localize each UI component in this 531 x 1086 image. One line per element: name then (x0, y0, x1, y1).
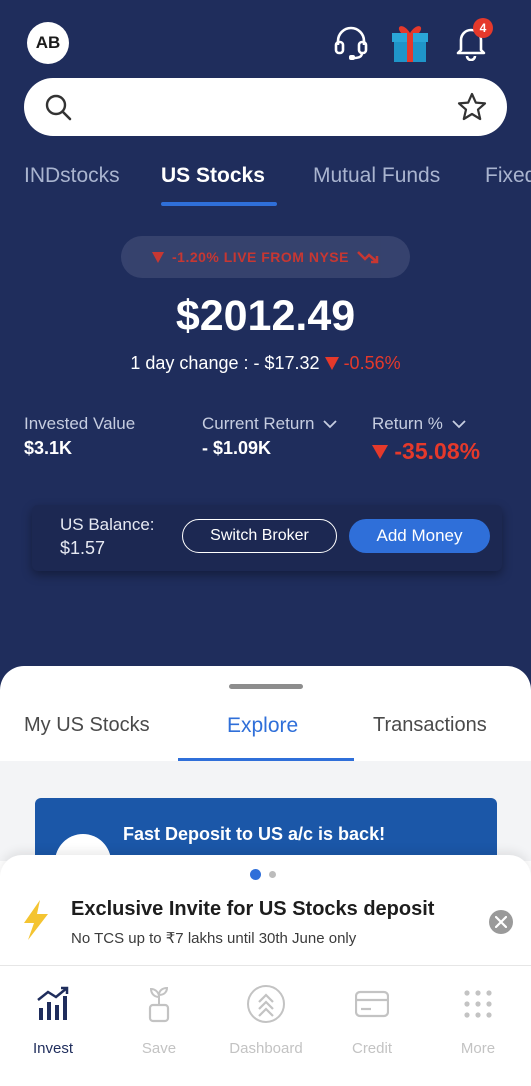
nav-more[interactable]: More (428, 984, 528, 1057)
tab-transactions[interactable]: Transactions (373, 714, 487, 737)
lightning-bolt-icon (24, 900, 48, 940)
support-button[interactable] (329, 20, 373, 64)
carousel-dot (269, 871, 276, 878)
rewards-button[interactable] (388, 20, 432, 64)
nav-invest[interactable]: Invest (3, 984, 103, 1057)
avatar-initials: AB (35, 33, 61, 52)
nav-invest-label: Invest (32, 1040, 74, 1057)
carousel-dot-active (250, 869, 261, 880)
switch-broker-button[interactable]: Switch Broker (182, 519, 337, 553)
us-balance-label: US Balance: (60, 515, 155, 534)
fast-deposit-text: Fast Deposit to US a/c is back! (123, 824, 386, 844)
tab-indstocks[interactable]: INDstocks (24, 164, 120, 188)
down-triangle-icon (152, 251, 164, 263)
tab-us-stocks[interactable]: US Stocks (161, 164, 265, 188)
search-input[interactable] (84, 92, 464, 122)
return-percent-value: -35.08% (372, 438, 480, 465)
down-triangle-icon (372, 445, 388, 459)
us-balance-value: $1.57 (60, 538, 106, 558)
product-tabs: INDstocks US Stocks Mutual Funds Fixed (0, 160, 531, 210)
invite-title: Exclusive Invite for US Stocks deposit (71, 898, 435, 920)
nav-dashboard[interactable]: Dashboard (216, 984, 316, 1057)
invite-card[interactable]: Exclusive Invite for US Stocks deposit N… (0, 855, 531, 965)
tab-mutual-funds[interactable]: Mutual Funds (313, 164, 440, 188)
notification-badge: 4 (473, 18, 493, 38)
portfolio-value: $2012.49 (175, 292, 356, 340)
live-market-text: -1.20% LIVE FROM NYSE (172, 249, 349, 265)
gift-icon (392, 26, 428, 62)
down-triangle-icon (324, 357, 339, 370)
dashboard-icon (247, 985, 285, 1023)
notifications-button[interactable]: 4 (449, 18, 493, 64)
tab-explore[interactable]: Explore (227, 714, 298, 738)
invest-icon (37, 986, 69, 1020)
search-icon (45, 94, 72, 121)
invested-value: $3.1K (24, 438, 73, 458)
headset-icon (334, 26, 368, 60)
bottom-navigation: Invest Save Dashboard Credit More (0, 965, 531, 1086)
close-invite-button[interactable] (489, 910, 513, 934)
nav-credit-label: Credit (351, 1040, 392, 1057)
chevron-down-icon (451, 420, 466, 429)
us-balance-card: US Balance: $1.57 Switch Broker Add Mone… (32, 505, 502, 571)
tab-fixed[interactable]: Fixed (485, 164, 531, 188)
downtrend-icon (357, 251, 379, 264)
nav-save[interactable]: Save (109, 984, 209, 1057)
watchlist-star-icon[interactable] (457, 92, 487, 122)
current-return-stat[interactable]: Current Return - $1.09K (202, 414, 337, 459)
credit-card-icon (355, 990, 389, 1018)
nav-more-label: More (460, 1040, 496, 1057)
grid-icon (464, 990, 492, 1018)
search-bar[interactable] (24, 78, 507, 136)
chevron-down-icon (323, 420, 337, 429)
active-tab-indicator (161, 202, 277, 206)
return-percent-stat[interactable]: Return % -35.08% (372, 414, 480, 465)
avatar[interactable]: AB (27, 22, 69, 64)
carousel-dots (250, 869, 276, 880)
return-percent-label: Return % (372, 414, 480, 434)
tab-my-us-stocks[interactable]: My US Stocks (24, 714, 150, 737)
day-change: 1 day change : - $17.32 -0.56% (0, 353, 531, 374)
nav-save-label: Save (141, 1040, 177, 1057)
day-change-label: 1 day change : - $17.32 (130, 353, 320, 373)
day-change-percent: -0.56% (343, 353, 401, 373)
invested-value-label: Invested Value (24, 414, 136, 433)
nav-credit[interactable]: Credit (322, 984, 422, 1057)
nav-dashboard-label: Dashboard (229, 1040, 303, 1057)
current-return-value: - $1.09K (202, 438, 272, 458)
current-return-label: Current Return (202, 414, 337, 434)
sheet-drag-handle[interactable] (229, 684, 303, 689)
close-icon (495, 916, 507, 928)
invested-value-stat: Invested Value $3.1K (24, 414, 135, 459)
portfolio-header: AB 4 INDstocks US Stocks Mutual Funds Fi… (0, 0, 531, 700)
market-live-pill: -1.20% LIVE FROM NYSE (121, 236, 410, 278)
add-money-button[interactable]: Add Money (349, 519, 490, 553)
plant-icon (148, 986, 170, 1023)
invite-subtitle: No TCS up to ₹7 lakhs until 30th June on… (71, 930, 357, 947)
